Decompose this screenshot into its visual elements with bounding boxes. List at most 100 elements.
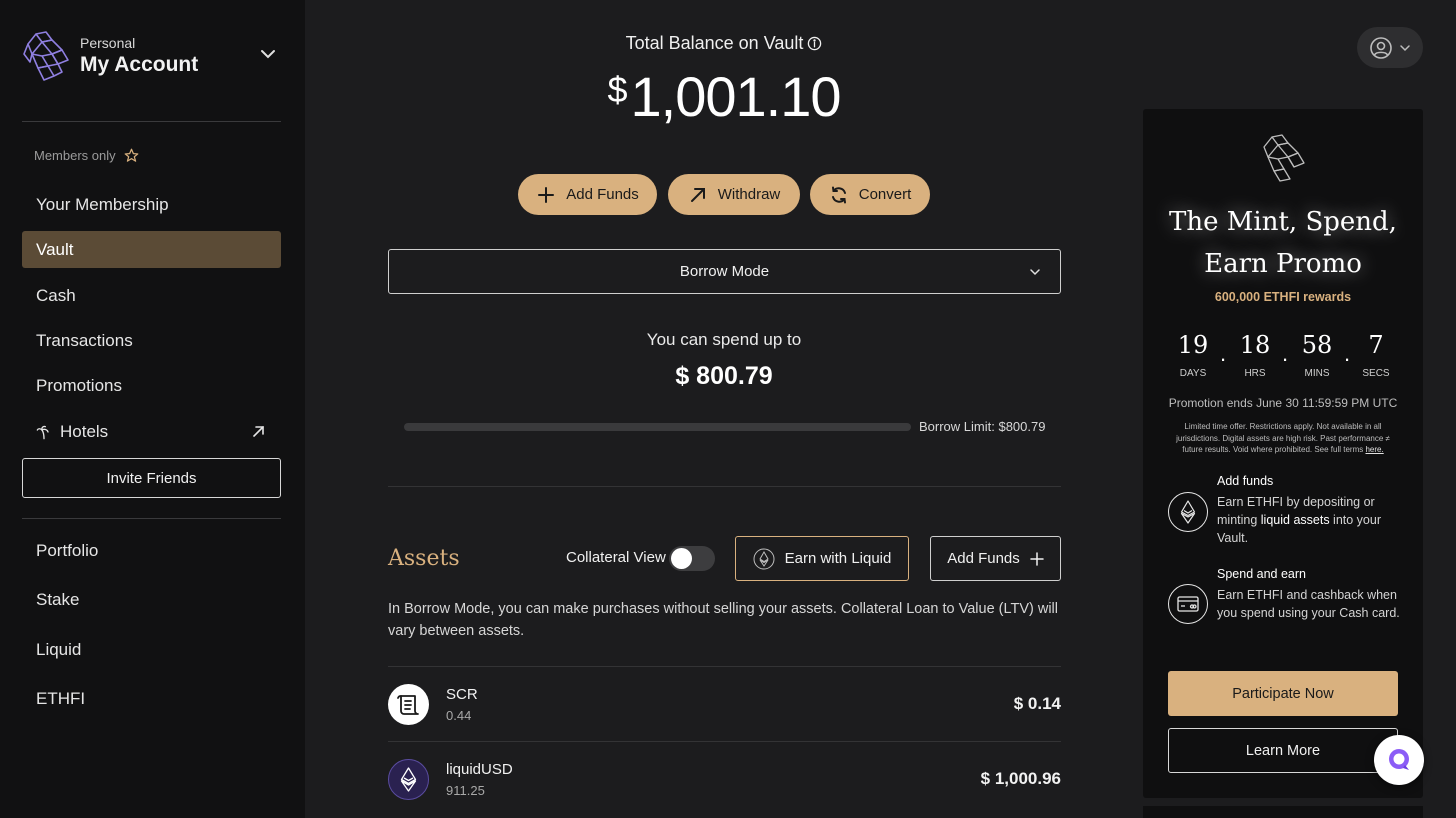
spend-label: You can spend up to	[646, 330, 802, 349]
sidebar-item-liquid[interactable]: Liquid	[22, 631, 281, 668]
borrow-limit-text: Borrow Limit: $800.79	[919, 419, 1046, 434]
liquidusd-token-icon	[388, 759, 429, 800]
account-type-label: Personal	[80, 35, 136, 51]
sidebar-item-label: Your Membership	[36, 194, 169, 214]
collateral-view-label: Collateral View	[566, 549, 666, 566]
feature-add-funds-text: Earn ETHFI by depositing or minting liqu…	[1217, 493, 1407, 547]
members-only-text: Members only	[34, 148, 116, 163]
asset-name: SCR	[446, 686, 478, 703]
section-divider	[388, 486, 1061, 487]
chat-bubble-icon[interactable]	[1374, 735, 1424, 785]
asset-value: $ 1,000.96	[980, 769, 1061, 788]
withdraw-button[interactable]: Withdraw	[668, 174, 800, 215]
sidebar-item-ethfi[interactable]: ETHFI	[22, 680, 281, 717]
asset-quantity: 0.44	[446, 708, 472, 723]
user-menu-button[interactable]	[1357, 27, 1423, 68]
promo-subtitle: 600,000 ETHFI rewards	[1214, 290, 1352, 304]
promo-panel-next	[1143, 806, 1423, 818]
plus-icon	[538, 186, 555, 203]
sidebar-item-promotions[interactable]: Promotions	[22, 367, 281, 404]
refresh-icon	[831, 186, 846, 203]
sidebar-item-hotels[interactable]: Hotels	[22, 413, 281, 450]
add-funds-label: Add Funds	[566, 186, 639, 203]
ethereum-icon	[753, 548, 775, 569]
participate-now-button[interactable]: Participate Now	[1168, 671, 1398, 716]
account-switcher[interactable]: Personal My Account	[22, 28, 282, 84]
promo-title-line1: The Mint, Spend,	[1169, 207, 1397, 237]
learn-more-button[interactable]: Learn More	[1168, 728, 1398, 773]
sidebar-item-label: Promotions	[36, 375, 122, 395]
members-only-label: Members only	[34, 148, 139, 163]
sidebar-item-label: Cash	[36, 285, 76, 305]
sidebar-item-label: Stake	[36, 589, 80, 609]
add-funds-secondary-label: Add Funds	[947, 550, 1020, 567]
asset-value: $ 0.14	[1013, 694, 1061, 713]
arrow-up-right-icon	[690, 187, 705, 202]
add-funds-secondary-button[interactable]: Add Funds	[930, 536, 1061, 581]
countdown-unit: MINS	[1304, 368, 1330, 379]
earn-with-liquid-button[interactable]: Earn with Liquid	[735, 536, 909, 581]
balance-title-text: Total Balance on Vault	[625, 33, 804, 53]
account-name: My Account	[80, 53, 199, 76]
withdraw-label: Withdraw	[717, 186, 781, 203]
feature-spend-title: Spend and earn	[1217, 567, 1306, 581]
sidebar-item-cash[interactable]: Cash	[22, 277, 281, 314]
invite-friends-button[interactable]: Invite Friends	[22, 458, 281, 498]
balance-title: Total Balance on Vault	[388, 33, 1060, 54]
countdown-unit: HRS	[1244, 368, 1266, 379]
chevron-down-icon	[261, 50, 275, 59]
fine-print-text: Limited time offer. Restrictions apply. …	[1176, 422, 1390, 454]
asset-quantity: 911.25	[446, 783, 485, 798]
countdown-value: 58	[1301, 331, 1333, 359]
star-icon	[124, 148, 139, 162]
promo-fine-print: Limited time offer. Restrictions apply. …	[1167, 421, 1399, 456]
promo-panel: The Mint, Spend, Earn Promo 600,000 ETHF…	[1143, 109, 1423, 798]
feature-add-funds-title: Add funds	[1217, 474, 1274, 488]
external-link-icon	[253, 426, 264, 437]
info-icon[interactable]	[807, 36, 822, 51]
promo-title: The Mint, Spend, Earn Promo	[1143, 201, 1423, 285]
feature-spend-text: Earn ETHFI and cashback when you spend u…	[1217, 588, 1400, 620]
earn-with-liquid-label: Earn with Liquid	[784, 550, 892, 567]
sidebar-item-label: Vault	[36, 239, 74, 259]
countdown-unit: DAYS	[1179, 368, 1207, 379]
asset-row-liquidusd[interactable]: liquidUSD 911.25 $ 1,000.96	[388, 741, 1061, 816]
asset-row-scr[interactable]: SCR 0.44 $ 0.14	[388, 666, 1061, 741]
collateral-view-toggle[interactable]	[669, 546, 715, 571]
convert-label: Convert	[858, 186, 912, 203]
countdown-value: 19	[1177, 331, 1209, 359]
liquid-assets-emphasis: liquid assets	[1260, 513, 1330, 527]
ethereum-icon	[1168, 492, 1208, 532]
add-funds-button[interactable]: Add Funds	[518, 174, 657, 215]
user-circle-icon	[1370, 36, 1392, 59]
countdown-separator: .	[1220, 341, 1227, 366]
countdown-separator: .	[1344, 341, 1351, 366]
scroll-token-icon	[388, 684, 429, 725]
chevron-down-icon	[1030, 269, 1040, 276]
sidebar-item-portfolio[interactable]: Portfolio	[22, 532, 281, 569]
sidebar-item-stake[interactable]: Stake	[22, 581, 281, 618]
plus-icon	[1030, 551, 1044, 566]
sidebar-item-label: Hotels	[60, 421, 109, 441]
sidebar-divider	[22, 121, 281, 122]
convert-button[interactable]: Convert	[810, 174, 930, 215]
balance-value: 1,001.10	[630, 65, 842, 128]
ether-fi-logo-icon	[23, 31, 69, 81]
countdown-seconds: 7 SECS	[1351, 331, 1401, 379]
sidebar-item-label: ETHFI	[36, 688, 86, 708]
countdown-hours: 18 HRS	[1230, 331, 1280, 379]
sidebar: Personal My Account Members only Your Me…	[0, 0, 305, 818]
countdown-value: 7	[1368, 331, 1384, 359]
countdown-minutes: 58 MINS	[1292, 331, 1342, 379]
sidebar-item-your-membership[interactable]: Your Membership	[22, 186, 281, 223]
countdown-separator: .	[1282, 341, 1289, 366]
sidebar-divider	[22, 518, 281, 519]
credit-card-icon	[1168, 584, 1208, 624]
assets-heading: Assets	[388, 546, 460, 571]
sidebar-item-vault[interactable]: Vault	[22, 231, 281, 268]
palm-tree-icon	[36, 425, 49, 439]
full-terms-link[interactable]: here.	[1365, 445, 1383, 454]
chevron-down-icon	[1400, 44, 1410, 51]
mode-select[interactable]: Borrow Mode	[388, 249, 1061, 294]
sidebar-item-transactions[interactable]: Transactions	[22, 322, 281, 359]
